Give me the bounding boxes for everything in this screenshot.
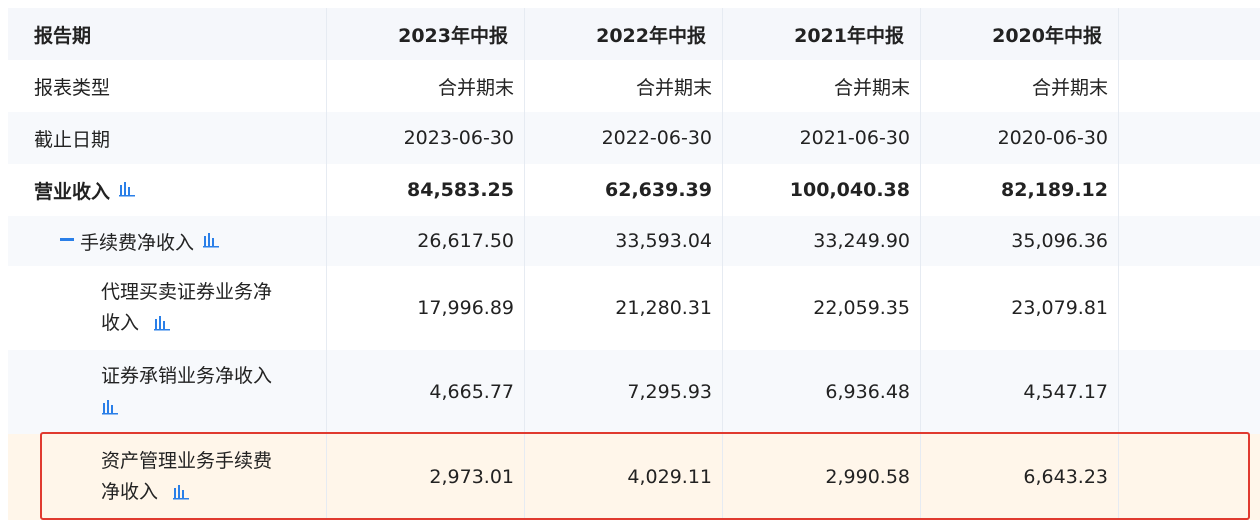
row-label-cell: 营业收入: [8, 164, 327, 216]
empty-cell: [1119, 60, 1258, 112]
empty-cell: [1119, 266, 1258, 350]
cell-value: 33,249.90: [723, 216, 921, 266]
cell-value: 合并期末: [525, 60, 723, 112]
table-row: 代理买卖证券业务净 收入 17,996.89 21,280.31 22,059.…: [8, 266, 1260, 350]
row-label: 报表类型: [8, 60, 327, 112]
cell-value: 2020-06-30: [921, 112, 1119, 164]
header-period[interactable]: 2020年中报: [921, 8, 1119, 60]
bar-chart-icon[interactable]: [153, 313, 171, 331]
bar-chart-icon[interactable]: [101, 397, 119, 415]
cell-value: 4,547.17: [921, 350, 1119, 434]
cell-value: 2022-06-30: [525, 112, 723, 164]
row-label: 手续费净收入: [80, 231, 195, 254]
cell-value: 26,617.50: [327, 216, 525, 266]
minus-icon[interactable]: [60, 238, 74, 241]
row-label-cell: 证券承销业务净收入: [8, 350, 327, 434]
row-label: 营业收入: [34, 180, 111, 203]
row-label: 截止日期: [8, 112, 327, 164]
cell-value: 2,990.58: [723, 434, 921, 520]
row-label-cell: 代理买卖证券业务净 收入: [8, 266, 327, 350]
empty-cell: [1119, 8, 1258, 60]
cell-value: 4,029.11: [525, 434, 723, 520]
cell-value: 合并期末: [723, 60, 921, 112]
header-period[interactable]: 2022年中报: [525, 8, 723, 60]
cell-value: 33,593.04: [525, 216, 723, 266]
cell-value: 82,189.12: [921, 164, 1119, 216]
header-period[interactable]: 2023年中报: [327, 8, 525, 60]
row-label-line2: 收入: [101, 312, 140, 334]
cell-value: 合并期末: [921, 60, 1119, 112]
bar-chart-icon[interactable]: [118, 179, 136, 197]
cell-value: 2021-06-30: [723, 112, 921, 164]
table-header-row: 报告期 2023年中报 2022年中报 2021年中报 2020年中报: [8, 8, 1260, 60]
table-row: 营业收入 84,583.25 62,639.39 100,040.38 82,1…: [8, 164, 1260, 216]
empty-cell: [1119, 112, 1258, 164]
header-period[interactable]: 2021年中报: [723, 8, 921, 60]
row-label-line1: 资产管理业务手续费: [101, 450, 273, 472]
row-label-line2: 净收入: [101, 481, 159, 503]
empty-cell: [1119, 350, 1258, 434]
cell-value: 17,996.89: [327, 266, 525, 350]
row-label-line1: 证券承销业务净收入: [101, 365, 273, 387]
bar-chart-icon[interactable]: [172, 482, 190, 500]
cell-value: 35,096.36: [921, 216, 1119, 266]
row-label-cell: 资产管理业务手续费 净收入: [8, 434, 327, 520]
cell-value: 23,079.81: [921, 266, 1119, 350]
table-row: 截止日期 2023-06-30 2022-06-30 2021-06-30 20…: [8, 112, 1260, 164]
table-row: 报表类型 合并期末 合并期末 合并期末 合并期末: [8, 60, 1260, 112]
cell-value: 22,059.35: [723, 266, 921, 350]
table-row: 证券承销业务净收入 4,665.77 7,295.93 6,936.48 4,5…: [8, 350, 1260, 434]
cell-value: 2,973.01: [327, 434, 525, 520]
cell-value: 6,643.23: [921, 434, 1119, 520]
empty-cell: [1119, 216, 1258, 266]
cell-value: 21,280.31: [525, 266, 723, 350]
income-statement-table: 报告期 2023年中报 2022年中报 2021年中报 2020年中报 报表类型…: [8, 0, 1260, 526]
table-row-highlighted: 资产管理业务手续费 净收入 2,973.01 4,029.11 2,990.58…: [8, 434, 1260, 520]
cell-value: 62,639.39: [525, 164, 723, 216]
cell-value: 7,295.93: [525, 350, 723, 434]
cell-value: 84,583.25: [327, 164, 525, 216]
row-label-cell: 手续费净收入: [8, 216, 327, 266]
cell-value: 100,040.38: [723, 164, 921, 216]
cell-value: 2023-06-30: [327, 112, 525, 164]
header-label: 报告期: [8, 8, 327, 60]
row-label-line1: 代理买卖证券业务净: [101, 281, 273, 303]
cell-value: 4,665.77: [327, 350, 525, 434]
bar-chart-icon[interactable]: [202, 230, 220, 248]
cell-value: 6,936.48: [723, 350, 921, 434]
cell-value: 合并期末: [327, 60, 525, 112]
table-row: 手续费净收入 26,617.50 33,593.04 33,249.90 35,…: [8, 216, 1260, 266]
empty-cell: [1119, 164, 1258, 216]
empty-cell: [1119, 434, 1258, 520]
